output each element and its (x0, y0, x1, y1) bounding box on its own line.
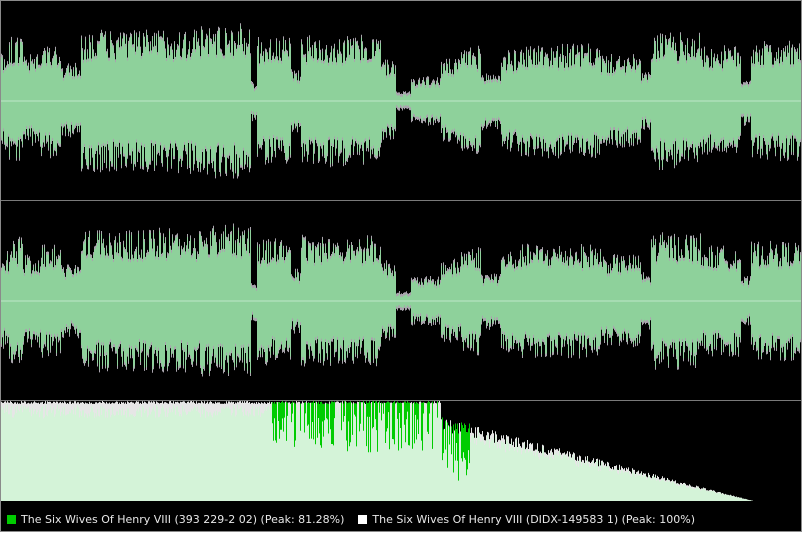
legend-item-source-a: The Six Wives Of Henry VIII (393 229-2 0… (7, 513, 344, 526)
white-square-icon (358, 514, 368, 524)
legend: The Six Wives Of Henry VIII (393 229-2 0… (1, 508, 801, 530)
green-square-icon (7, 514, 16, 524)
waveform-channel-left (1, 23, 801, 201)
waveform-comparison-view: The Six Wives Of Henry VIII (393 229-2 0… (0, 0, 802, 532)
legend-label-source-b: The Six Wives Of Henry VIII (DIDX-149583… (372, 512, 695, 526)
legend-item-source-b: The Six Wives Of Henry VIII (DIDX-149583… (358, 513, 695, 526)
legend-label-source-a: The Six Wives Of Henry VIII (393 229-2 0… (21, 512, 345, 526)
waveform-fill-source-a (1, 226, 801, 374)
spectrum-analysis (1, 401, 753, 501)
waveform-channel-right (1, 223, 801, 401)
